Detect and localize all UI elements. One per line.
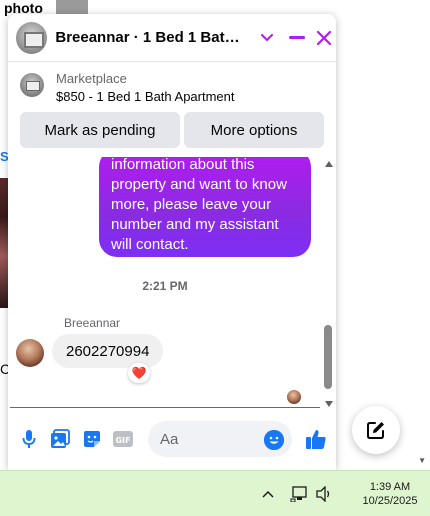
minimize-icon[interactable]: [285, 26, 309, 50]
listing-thumbnail[interactable]: [20, 73, 44, 97]
more-options-button[interactable]: More options: [184, 112, 324, 148]
message-list: information about this property and want…: [8, 157, 322, 409]
chat-window: Breeannar · 1 Bed 1 Bath A... Marketplac…: [8, 14, 336, 470]
gif-icon[interactable]: GIF: [112, 428, 134, 450]
listing-avatar[interactable]: [16, 21, 48, 54]
outgoing-message[interactable]: information about this property and want…: [99, 157, 311, 257]
chat-header: Breeannar · 1 Bed 1 Bath A...: [8, 14, 336, 62]
message-timestamp: 2:21 PM: [142, 279, 188, 293]
message-scrollbar[interactable]: [322, 157, 336, 409]
seen-indicator-avatar: [287, 390, 301, 404]
scrollbar-thumb[interactable]: [324, 325, 332, 389]
compose-icon: [367, 422, 384, 439]
scroll-down-icon[interactable]: [325, 401, 333, 407]
listing-source: Marketplace: [56, 71, 127, 86]
scroll-up-icon[interactable]: [325, 161, 333, 167]
chevron-down-icon[interactable]: [255, 26, 279, 50]
chevron-up-icon[interactable]: [262, 485, 274, 503]
page-scroll-down-icon[interactable]: ▼: [418, 456, 426, 465]
sticker-icon[interactable]: [81, 428, 103, 450]
clock-date: 10/25/2025: [362, 495, 418, 507]
sender-name: Breeannar: [64, 316, 121, 330]
network-icon[interactable]: [290, 485, 310, 503]
listing-panel: Marketplace $850 - 1 Bed 1 Bath Apartmen…: [8, 62, 336, 154]
system-clock[interactable]: 1:39 AM 10/25/2025: [358, 480, 422, 508]
microphone-icon[interactable]: [18, 428, 40, 450]
heart-reaction-icon[interactable]: ❤️: [128, 363, 150, 383]
listing-title[interactable]: $850 - 1 Bed 1 Bath Apartment: [56, 89, 235, 104]
composer-divider: [10, 407, 320, 408]
background-right-panel: [336, 0, 430, 470]
composer-bar: GIF Aa: [8, 418, 336, 462]
reaction-emoji: ❤️: [131, 366, 147, 380]
taskbar: 1:39 AM 10/25/2025: [0, 470, 430, 516]
clock-time: 1:39 AM: [369, 481, 411, 493]
volume-icon[interactable]: [315, 485, 333, 503]
chat-title[interactable]: Breeannar · 1 Bed 1 Bath A...: [55, 29, 247, 46]
close-icon[interactable]: [312, 26, 336, 50]
emoji-icon[interactable]: [264, 430, 284, 450]
thumbs-up-icon[interactable]: [304, 427, 328, 451]
sender-avatar[interactable]: [16, 339, 44, 367]
mark-as-pending-button[interactable]: Mark as pending: [20, 112, 180, 148]
incoming-message[interactable]: 2602270994: [52, 334, 164, 368]
new-message-button[interactable]: [352, 406, 400, 454]
background-thumbnail: [56, 0, 88, 14]
image-icon[interactable]: [49, 428, 71, 450]
svg-text:GIF: GIF: [115, 436, 130, 445]
